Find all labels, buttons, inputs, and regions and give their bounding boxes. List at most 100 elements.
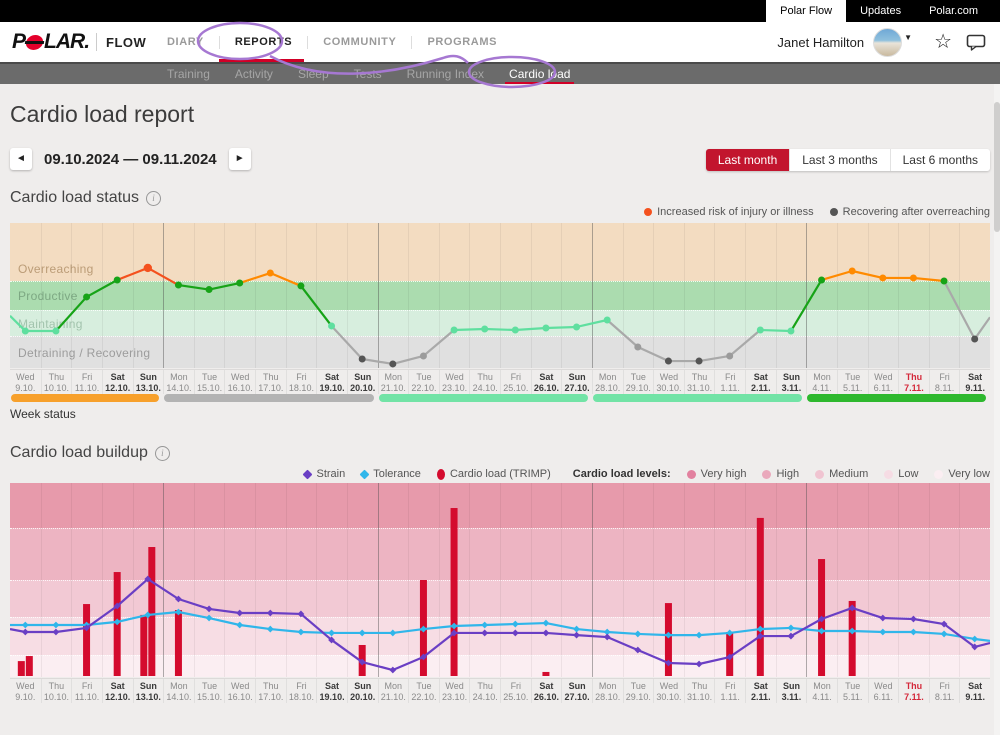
status-point (542, 324, 549, 331)
buildup-section-title: Cardio load buildup (10, 444, 148, 462)
status-point (634, 343, 641, 350)
scrollbar-thumb[interactable] (994, 102, 1000, 232)
status-point (83, 293, 90, 300)
axis-day-label: Sun3.11. (776, 370, 807, 394)
user-name[interactable]: Janet Hamilton (777, 35, 864, 50)
status-section-title: Cardio load status (10, 189, 139, 207)
status-point (22, 328, 29, 335)
info-icon[interactable]: i (155, 446, 170, 461)
axis-day-label: Tue29.10. (623, 370, 654, 394)
axis-day-label: Fri18.10. (286, 370, 317, 394)
favorites-star-icon[interactable]: ☆ (934, 32, 952, 52)
buildup-section-header: Cardio load buildup i (10, 444, 170, 462)
nav-item-programs[interactable]: PROGRAMS (423, 22, 501, 62)
status-point (420, 352, 427, 359)
cardio-load-status-chart[interactable]: OverreachingProductiveMaintainingDetrain… (10, 223, 990, 368)
cardio-load-buildup-chart[interactable] (10, 483, 990, 677)
axis-day-label: Sun27.10. (561, 370, 592, 394)
axis-day-label: Sat26.10. (531, 370, 562, 394)
axis-day-label: Fri1.11. (714, 679, 745, 703)
trimp-bar (542, 672, 549, 676)
legend-item-trimp: Cardio load (TRIMP) (437, 468, 551, 480)
axis-day-label: Mon4.11. (806, 370, 837, 394)
axis-day-label: Sat19.10. (316, 370, 347, 394)
logo-o-icon (25, 35, 44, 50)
axis-day-label: Mon21.10. (378, 370, 409, 394)
strain-point (543, 630, 550, 637)
nav-item-diary[interactable]: DIARY (163, 22, 208, 62)
subnav-item-running-index[interactable]: Running Index (405, 64, 486, 84)
strain-point (389, 667, 396, 674)
main-nav-items: DIARY REPORTS COMMUNITY PROGRAMS (163, 22, 501, 62)
axis-day-label: Fri11.10. (71, 679, 102, 703)
range-buttons: Last month Last 3 months Last 6 months (706, 149, 990, 171)
last-month-button[interactable]: Last month (706, 149, 789, 171)
strain-diamond-icon (303, 469, 313, 479)
prev-period-button[interactable]: ◄ (10, 148, 32, 170)
tolerance-point (298, 629, 305, 636)
axis-day-label: Mon14.10. (163, 679, 194, 703)
strain-point (267, 610, 274, 617)
strain-point (206, 606, 213, 613)
subnav-item-sleep[interactable]: Sleep (296, 64, 331, 84)
axis-day-label: Fri18.10. (286, 679, 317, 703)
axis-day-label: Tue5.11. (837, 679, 868, 703)
tolerance-point (971, 636, 978, 643)
tolerance-point (696, 632, 703, 639)
axis-day-label: Mon28.10. (592, 370, 623, 394)
page-title: Cardio load report (10, 101, 194, 128)
axis-day-label: Tue15.10. (194, 370, 225, 394)
status-point (52, 328, 59, 335)
status-point (512, 327, 519, 334)
axis-day-label: Fri11.10. (71, 370, 102, 394)
axis-day-label: Sun27.10. (561, 679, 592, 703)
subnav-item-activity[interactable]: Activity (233, 64, 275, 84)
trimp-bar (148, 547, 155, 676)
nav-item-community[interactable]: COMMUNITY (319, 22, 400, 62)
trimp-bar (849, 601, 856, 676)
chevron-down-icon[interactable]: ▼ (904, 33, 912, 42)
tolerance-point (941, 631, 948, 638)
subnav-item-tests[interactable]: Tests (352, 64, 384, 84)
last-3-months-button[interactable]: Last 3 months (789, 149, 889, 171)
tolerance-point (206, 615, 213, 622)
next-period-button[interactable]: ► (229, 148, 251, 170)
tab-updates[interactable]: Updates (846, 0, 915, 22)
nav-item-reports[interactable]: REPORTS (231, 22, 296, 62)
subnav-item-cardio-load[interactable]: Cardio load (507, 64, 572, 84)
tolerance-point (22, 622, 29, 629)
tab-polar-flow[interactable]: Polar Flow (766, 0, 846, 22)
status-point (787, 328, 794, 335)
last-6-months-button[interactable]: Last 6 months (890, 149, 990, 171)
status-point (451, 327, 458, 334)
axis-day-label: Sat12.10. (102, 370, 133, 394)
user-menu: Janet Hamilton ▼ ☆ (777, 22, 992, 62)
axis-day-label: Wed23.10. (439, 679, 470, 703)
axis-day-label: Tue22.10. (408, 370, 439, 394)
status-point (818, 276, 825, 283)
polar-logo[interactable]: PLAR. FLOW (12, 30, 146, 54)
strain-point (236, 610, 243, 617)
flow-label: FLOW (106, 35, 146, 50)
trimp-bar (451, 508, 458, 676)
status-point (114, 276, 121, 283)
axis-day-label: Wed6.11. (868, 370, 899, 394)
axis-day-label: Thu7.11. (898, 370, 929, 394)
info-icon[interactable]: i (146, 191, 161, 206)
feedback-bubble-icon[interactable] (966, 34, 986, 51)
legend-level-low: Low (884, 468, 918, 480)
trimp-bar (83, 604, 90, 676)
axis-day-label: Thu31.10. (684, 370, 715, 394)
week-status-segment (164, 394, 373, 402)
status-point (757, 327, 764, 334)
status-point (879, 274, 886, 281)
status-point (236, 280, 243, 287)
axis-day-label: Sat2.11. (745, 370, 776, 394)
subnav-item-training[interactable]: Training (165, 64, 212, 84)
week-status-segment (11, 394, 159, 402)
axis-day-label: Mon21.10. (378, 679, 409, 703)
scrollbar-track[interactable] (994, 84, 1000, 735)
week-status-segment (593, 394, 802, 402)
tab-polar-com[interactable]: Polar.com (915, 0, 992, 22)
avatar[interactable] (873, 28, 902, 57)
